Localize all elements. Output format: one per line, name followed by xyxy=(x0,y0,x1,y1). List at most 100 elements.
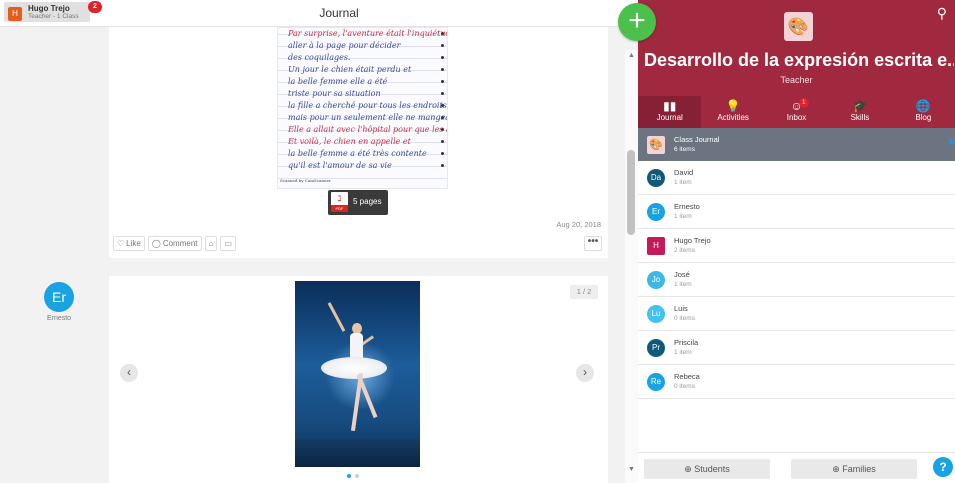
help-icon[interactable]: ? xyxy=(933,457,953,477)
handwritten-line: la belle femme a été très contente xyxy=(288,149,427,158)
handwritten-line: mais pour un seulement elle ne mangeait … xyxy=(288,113,447,122)
handwritten-line: Un jour le chien était perdu et xyxy=(288,65,412,74)
post-date: Aug 20, 2018 xyxy=(556,220,601,229)
carousel-dot[interactable] xyxy=(347,474,351,478)
journal-tab-icon: ▮▮ xyxy=(663,99,677,113)
row-name: Priscila xyxy=(674,338,699,347)
scroll-up-icon[interactable]: ▲ xyxy=(628,52,635,59)
carousel-dots xyxy=(347,474,359,478)
student-row[interactable]: H Hugo Trejo 2 items xyxy=(638,229,955,263)
next-arrow-icon[interactable]: › xyxy=(576,364,594,382)
folder-button[interactable]: ▭ xyxy=(220,236,236,251)
class-journal-row[interactable]: 🎨 Class Journal 6 items ■ xyxy=(638,128,955,161)
carousel-dot[interactable] xyxy=(355,474,359,478)
wrench-icon[interactable]: ⚲ xyxy=(937,5,947,22)
pdf-page-count: 5 pages xyxy=(353,197,382,206)
skills-tab-icon: 🎓 xyxy=(852,99,868,113)
handwritten-line: la belle femme elle a été xyxy=(288,77,388,86)
row-item-count: 2 items xyxy=(674,247,695,254)
folder-icon: ▭ xyxy=(224,239,232,248)
tab-blog[interactable]: 🌐 Blog xyxy=(892,96,955,128)
student-row[interactable]: Jo José 1 item xyxy=(638,263,955,297)
scroll-thumb[interactable] xyxy=(627,150,635,235)
journal-post: Par surprise, l'aventure était l'inquiét… xyxy=(109,27,608,258)
row-item-count: 1 item xyxy=(674,281,692,288)
post-actions: ♡ Like ◯ Comment ⌂ ▭ xyxy=(113,236,236,251)
scanner-note: Scanned by CamScanner xyxy=(280,178,331,183)
skill-button[interactable]: ⌂ xyxy=(204,236,218,251)
row-name: José xyxy=(674,270,690,279)
row-item-count: 1 item xyxy=(674,213,692,220)
class-panel: 🎨 ⚲ Desarrollo de la expresión escrita e… xyxy=(638,0,955,483)
tab-label: Journal xyxy=(656,113,683,122)
scroll-down-icon[interactable]: ▼ xyxy=(628,466,635,473)
class-title: Desarrollo de la expresión escrita e... xyxy=(644,50,954,70)
row-name: David xyxy=(674,168,694,177)
comment-button[interactable]: ◯ Comment xyxy=(147,236,202,251)
class-header: 🎨 ⚲ Desarrollo de la expresión escrita e… xyxy=(638,0,955,128)
photo-counter: 1 / 2 xyxy=(570,285,598,299)
handwritten-line: Et voilà, le chien en appelle et xyxy=(288,137,411,146)
row-item-count: 0 items xyxy=(674,315,695,322)
post-author: Er Ernesto xyxy=(44,282,74,322)
handwritten-line: qu'il est l'amour de sa vie xyxy=(288,161,392,170)
row-name: Luis xyxy=(674,304,688,313)
inbox-tab-icon: ☺ xyxy=(790,99,803,113)
tab-journal[interactable]: ▮▮ Journal xyxy=(638,96,702,128)
class-role: Teacher xyxy=(780,75,813,85)
tab-label: Skills xyxy=(850,113,870,122)
inbox-badge: 1 xyxy=(798,98,809,108)
tab-label: Inbox xyxy=(786,113,807,122)
activities-tab-icon: 💡 xyxy=(725,99,741,113)
student-row[interactable]: Re Rebeca 0 items xyxy=(638,365,955,399)
add-post-button[interactable]: + xyxy=(618,3,656,41)
row-name: Ernesto xyxy=(674,202,700,211)
handwritten-line: aller à la page pour décider xyxy=(288,41,401,50)
student-row[interactable]: Da David 1 item xyxy=(638,161,955,195)
handwritten-line: Par surprise, l'aventure était l'inquiét… xyxy=(288,29,448,38)
more-options-button[interactable]: ••• xyxy=(584,236,602,251)
student-avatar: Da xyxy=(647,169,665,187)
author-avatar[interactable]: Er xyxy=(44,282,74,312)
tab-label: Activities xyxy=(717,113,749,122)
tab-inbox[interactable]: ☺ Inbox 1 xyxy=(765,96,828,128)
handwritten-line: triste pour sa situation xyxy=(288,89,381,98)
student-list: 🎨 Class Journal 6 items ■ Da David 1 item Er Ern… xyxy=(638,128,955,399)
like-button[interactable]: ♡ Like xyxy=(113,236,145,251)
feed-scrollbar[interactable]: ▲ ▼ xyxy=(625,50,638,483)
pdf-attachment[interactable]: ℷ PDF 5 pages xyxy=(328,190,388,215)
journal-post-photo: 1 / 2 ‹ › xyxy=(109,276,608,483)
student-row[interactable]: Lu Luis 0 items xyxy=(638,297,955,331)
row-name: Class Journal xyxy=(674,135,720,144)
bottom-bar: ⊕ Students ⊕ Families ? xyxy=(638,452,955,483)
add-students-button[interactable]: ⊕ Students xyxy=(644,459,770,479)
page-title: Journal xyxy=(319,6,359,20)
journal-feed: ☰ ▦ Par surprise, l'aventure était l'inq… xyxy=(0,27,625,483)
student-row[interactable]: Er Ernesto 1 item xyxy=(638,195,955,229)
ballerina-photo[interactable] xyxy=(295,281,420,467)
class-tabs: ▮▮ Journal 💡 Activities ☺ Inbox 1 🎓 Skills 🌐 Blog xyxy=(638,96,955,128)
handwritten-line: Elle a allait avec l'hôpital pour que le… xyxy=(288,125,447,134)
handwritten-page-image[interactable]: Par surprise, l'aventure était l'inquiét… xyxy=(277,27,448,189)
row-item-count: 6 items xyxy=(674,146,695,153)
tab-activities[interactable]: 💡 Activities xyxy=(701,96,764,128)
row-item-count: 0 items xyxy=(674,383,695,390)
student-row[interactable]: Pr Priscila 1 item xyxy=(638,331,955,365)
heart-icon: ♡ xyxy=(117,239,125,248)
author-name: Ernesto xyxy=(46,315,72,322)
student-avatar: Jo xyxy=(647,271,665,289)
row-name: Hugo Trejo xyxy=(674,236,711,245)
comment-icon: ◯ xyxy=(151,239,161,248)
palette-icon: 🎨 xyxy=(784,12,813,41)
folder-icon[interactable]: ■ xyxy=(948,136,955,148)
add-families-button[interactable]: ⊕ Families xyxy=(791,459,917,479)
tab-skills[interactable]: 🎓 Skills xyxy=(828,96,891,128)
handwritten-line: des coquilages. xyxy=(288,53,351,62)
handwritten-line: la fille a cherché pour tous les endroit… xyxy=(288,101,447,110)
row-item-count: 1 item xyxy=(674,349,692,356)
palette-icon: 🎨 xyxy=(647,136,665,154)
student-avatar: Er xyxy=(647,203,665,221)
previous-arrow-icon[interactable]: ‹ xyxy=(120,364,138,382)
pdf-icon: ℷ PDF xyxy=(331,192,348,212)
student-avatar: Lu xyxy=(647,305,665,323)
